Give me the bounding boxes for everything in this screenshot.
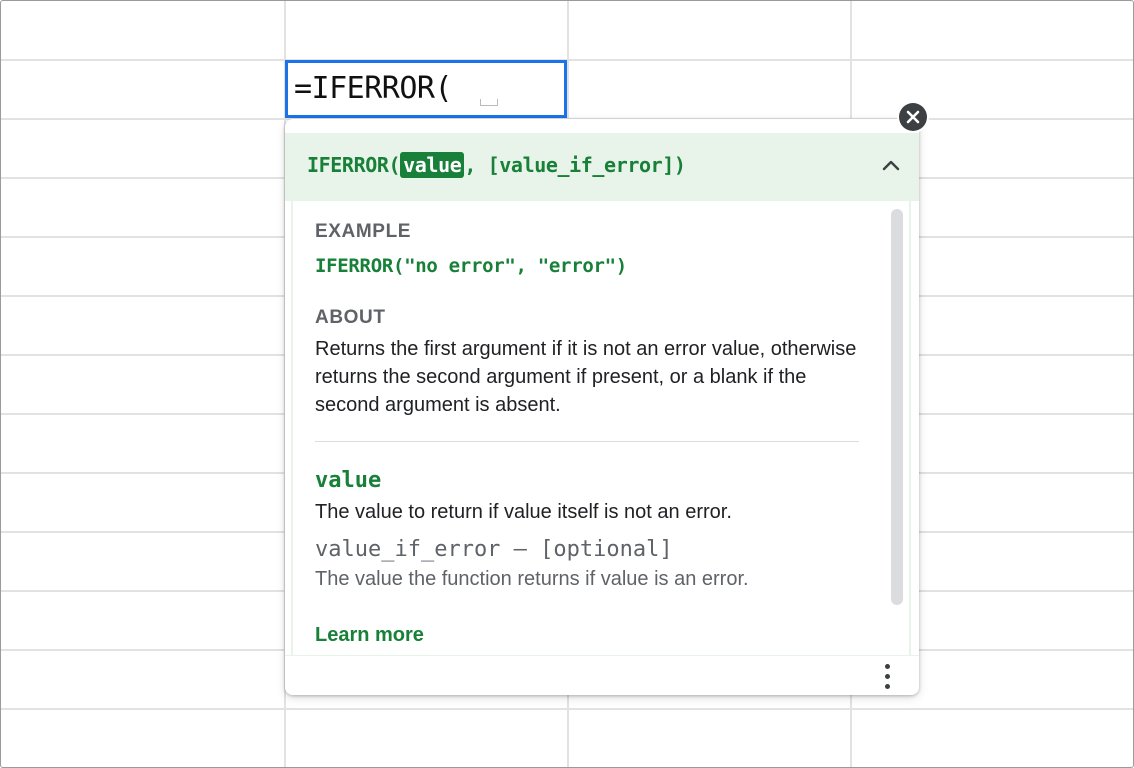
tooltip-body[interactable]: EXAMPLE IFERROR("no error", "error") ABO…: [291, 201, 911, 655]
formula-help-tooltip: IFERROR(value, [value_if_error]) EXAMPLE…: [285, 119, 919, 695]
close-icon: [906, 110, 920, 124]
argument-description: The value to return if value itself is n…: [315, 501, 732, 523]
tooltip-footer: [285, 655, 919, 695]
cell-formula-text[interactable]: =IFERROR(: [294, 71, 453, 106]
signature-remaining-arguments: , [value_if_error]): [464, 153, 686, 177]
spreadsheet-window: =IFERROR( IFERROR(value, [value_if_error…: [0, 0, 1134, 768]
signature-function-name: IFERROR(: [307, 153, 401, 177]
optional-argument-description: The value the function returns if value …: [315, 568, 749, 590]
tooltip-scrollbar[interactable]: [891, 209, 903, 605]
learn-more-link[interactable]: Learn more: [315, 624, 859, 647]
argument-name: value: [315, 468, 382, 493]
collapse-button[interactable]: [877, 151, 905, 179]
about-text: Returns the first argument if it is not …: [315, 338, 857, 416]
signature-active-argument: value: [400, 152, 465, 178]
tooltip-content: EXAMPLE IFERROR("no error", "error") ABO…: [315, 221, 859, 647]
active-cell-editor[interactable]: =IFERROR(: [285, 60, 567, 118]
function-signature: IFERROR(value, [value_if_error]): [307, 152, 686, 178]
example-code: IFERROR("no error", "error"): [315, 255, 627, 277]
section-divider: [315, 441, 859, 442]
about-label: ABOUT: [315, 307, 386, 328]
optional-argument-name: value_if_error – [optional]: [315, 537, 673, 562]
row-divider: [1, 59, 1133, 61]
example-label: EXAMPLE: [315, 221, 412, 242]
row-divider: [1, 708, 1133, 710]
function-signature-header[interactable]: IFERROR(value, [value_if_error]): [285, 133, 919, 201]
more-options-button[interactable]: [875, 660, 899, 692]
close-tooltip-button[interactable]: [899, 103, 927, 131]
chevron-up-icon: [882, 160, 900, 171]
space-hint-icon: [480, 99, 498, 106]
more-vert-icon: [884, 663, 890, 689]
